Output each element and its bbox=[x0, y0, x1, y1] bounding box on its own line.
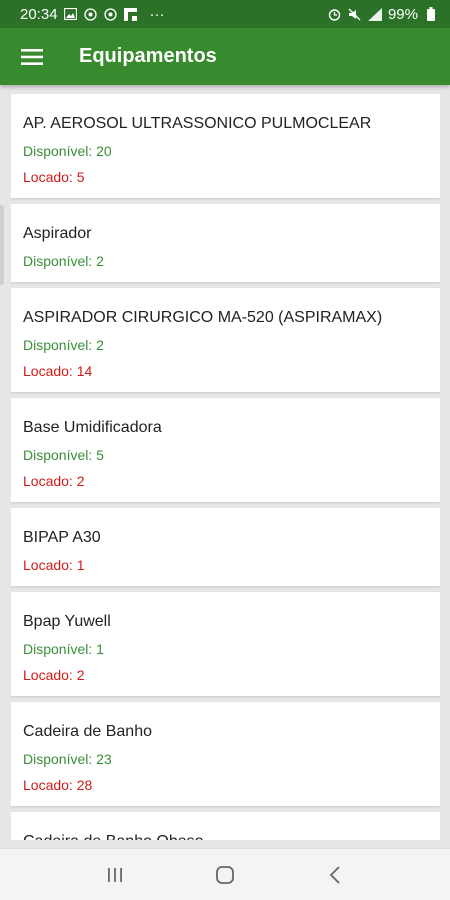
status-time: 20:34 bbox=[20, 5, 58, 23]
equipment-name: Base Umidificadora bbox=[23, 419, 162, 436]
drawer-edge-handle[interactable] bbox=[0, 205, 4, 285]
equipment-name: AP. AEROSOL ULTRASSONICO PULMOCLEAR bbox=[23, 115, 372, 132]
status-bar-left: 20:34 ··· bbox=[20, 6, 165, 23]
mute-icon bbox=[348, 7, 362, 21]
page-title: Equipamentos bbox=[79, 45, 217, 67]
status-bar: 20:34 ··· 99% bbox=[0, 0, 450, 28]
available-count: Disponível: 2 bbox=[23, 337, 104, 353]
battery-icon bbox=[424, 7, 438, 21]
image-icon bbox=[64, 7, 78, 21]
rented-count: Locado: 28 bbox=[23, 777, 93, 793]
alarm-icon bbox=[328, 7, 342, 21]
more-notifications-icon: ··· bbox=[149, 5, 165, 23]
equipment-card[interactable]: BIPAP A30 Locado: 1 bbox=[11, 508, 440, 586]
signal-icon bbox=[367, 7, 382, 21]
equipment-name: Cadeira de Banho bbox=[23, 723, 152, 740]
navigation-bar bbox=[0, 848, 450, 900]
equipment-name: Bpap Yuwell bbox=[23, 613, 111, 630]
equipment-card[interactable]: ASPIRADOR CIRURGICO MA-520 (ASPIRAMAX) Di… bbox=[11, 288, 440, 392]
equipment-card[interactable]: AP. AEROSOL ULTRASSONICO PULMOCLEAR Dispo… bbox=[11, 94, 440, 198]
whatsapp-icon bbox=[104, 7, 118, 21]
rented-count: Locado: 5 bbox=[23, 169, 85, 185]
equipment-list: AP. AEROSOL ULTRASSONICO PULMOCLEAR Dispo… bbox=[11, 94, 440, 840]
available-count: Disponível: 5 bbox=[23, 447, 104, 463]
back-icon[interactable] bbox=[311, 851, 359, 899]
available-count: Disponível: 2 bbox=[23, 253, 104, 269]
rented-count: Locado: 2 bbox=[23, 473, 85, 489]
rented-count: Locado: 1 bbox=[23, 557, 85, 573]
app-bar: Equipamentos bbox=[0, 28, 450, 85]
recent-apps-icon[interactable] bbox=[91, 851, 139, 899]
equipment-name: Cadeira de Banho Obeso bbox=[23, 832, 428, 840]
rented-count: Locado: 14 bbox=[23, 363, 93, 379]
equipment-name: Aspirador bbox=[23, 225, 92, 242]
flipboard-icon bbox=[124, 7, 138, 21]
battery-level: 99% bbox=[387, 5, 418, 23]
available-count: Disponível: 1 bbox=[23, 641, 104, 657]
equipment-card[interactable]: Aspirador Disponível: 2 bbox=[11, 204, 440, 282]
equipment-card[interactable]: Cadeira de Banho Obeso bbox=[11, 812, 440, 840]
whatsapp-icon bbox=[84, 7, 98, 21]
equipment-name: ASPIRADOR CIRURGICO MA-520 (ASPIRAMAX) bbox=[23, 309, 383, 326]
home-icon[interactable] bbox=[201, 851, 249, 899]
available-count: Disponível: 20 bbox=[23, 143, 112, 159]
equipment-card[interactable]: Base Umidificadora Disponível: 5 Locado: 2 bbox=[11, 398, 440, 502]
equipment-name: BIPAP A30 bbox=[23, 529, 101, 546]
equipment-card[interactable]: Cadeira de Banho Disponível: 23 Locado: 28 bbox=[11, 702, 440, 806]
equipment-card[interactable]: Bpap Yuwell Disponível: 1 Locado: 2 bbox=[11, 592, 440, 696]
available-count: Disponível: 23 bbox=[23, 751, 112, 767]
hamburger-menu-icon[interactable] bbox=[0, 28, 64, 85]
rented-count: Locado: 2 bbox=[23, 667, 85, 683]
status-bar-right: 99% bbox=[328, 6, 438, 23]
